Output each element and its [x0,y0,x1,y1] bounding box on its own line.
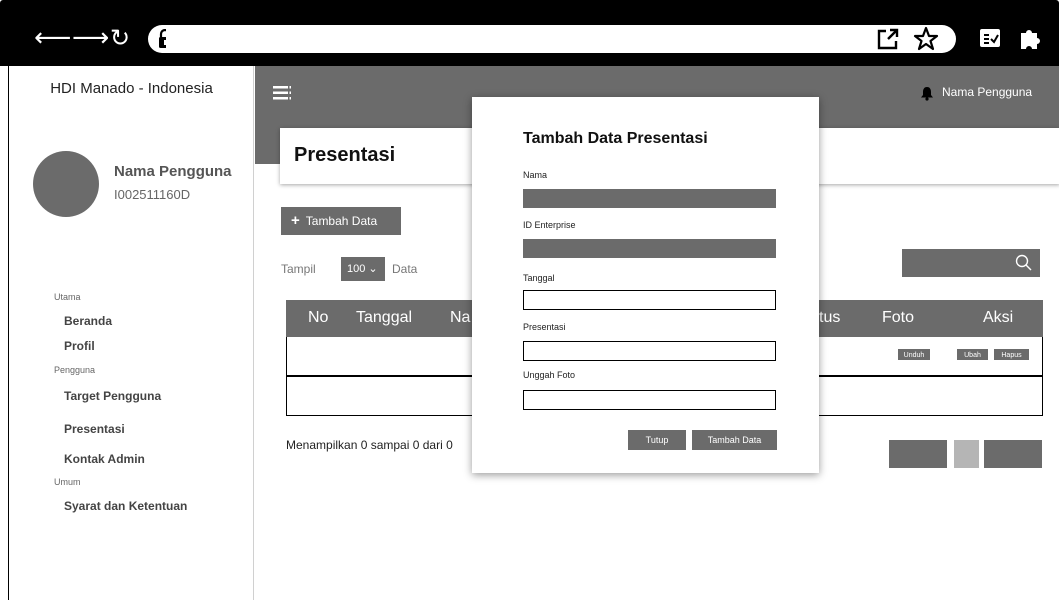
brand-title: HDI Manado - Indonesia [50,80,213,97]
pagination-next[interactable] [984,440,1042,468]
menu-icon[interactable] [273,86,291,100]
page-title: Presentasi [294,144,396,166]
section-label-pengguna: Pengguna [54,365,96,375]
th-aksi: Aksi [983,309,1014,326]
nama-field[interactable] [523,189,776,208]
show-label: Tampil [281,262,316,276]
pagination-prev[interactable] [889,440,947,468]
header-user-name[interactable]: Nama Pengguna [942,85,1032,99]
sidebar-item-kontak-admin[interactable]: Kontak Admin [64,452,145,466]
modal-title: Tambah Data Presentasi [523,130,708,147]
back-arrow-icon[interactable]: ⟵ [34,24,71,52]
plus-icon: + [291,212,300,229]
add-data-button[interactable]: + Tambah Data [281,207,401,235]
label-unggah-foto: Unggah Foto [523,370,576,380]
presentasi-field[interactable] [523,341,776,361]
th-status: tus [819,309,841,326]
bell-icon[interactable] [920,86,934,101]
extension-icon[interactable] [1016,24,1044,52]
th-tanggal: Tanggal [356,309,413,326]
delete-button[interactable]: Hapus [993,348,1030,361]
pagination-page[interactable] [954,440,979,468]
entries-select[interactable]: 100 ⌄ [341,257,385,281]
add-data-modal: Tambah Data Presentasi Nama ID Enterpris… [472,97,819,473]
id-enterprise-field[interactable] [523,239,776,258]
label-presentasi: Presentasi [523,322,566,332]
sidebar: HDI Manado - Indonesia Nama Pengguna I00… [9,66,254,600]
th-nama: Na [450,309,471,326]
label-tanggal: Tanggal [523,273,555,283]
forward-arrow-icon[interactable]: ⟶ [72,24,109,52]
address-bar[interactable] [166,25,956,53]
close-button[interactable]: Tutup [628,430,686,450]
tanggal-field[interactable] [523,290,776,310]
add-data-label: Tambah Data [305,214,378,228]
reload-icon[interactable]: ↻ [110,24,130,52]
sidebar-item-beranda[interactable]: Beranda [64,314,112,328]
browser-toolbar: ⟵ ⟶ ↻ [0,0,1059,66]
search-icon[interactable] [1015,254,1032,271]
th-foto: Foto [882,309,915,326]
edit-button[interactable]: Ubah [956,348,989,361]
sidebar-item-target-pengguna[interactable]: Target Pengguna [64,389,161,403]
table-info: Menampilkan 0 sampai 0 dari 0 [286,438,453,452]
submit-button[interactable]: Tambah Data [692,430,777,450]
th-no: No [308,309,329,326]
star-icon[interactable] [912,25,940,53]
avatar[interactable] [33,151,99,217]
sidebar-item-syarat[interactable]: Syarat dan Ketentuan [64,499,187,513]
label-nama: Nama [523,170,548,180]
unggah-foto-field[interactable] [523,390,776,410]
open-external-icon[interactable] [874,25,902,53]
search-input[interactable] [902,249,1040,277]
sidebar-item-profil[interactable]: Profil [64,339,95,353]
label-id-enterprise: ID Enterprise [523,220,576,230]
sidebar-user-id: I002511160D [114,187,191,202]
reader-icon[interactable] [976,24,1004,52]
section-label-umum: Umum [54,477,81,487]
sidebar-item-presentasi[interactable]: Presentasi [64,422,125,436]
download-button[interactable]: Unduh [897,348,931,361]
data-label: Data [392,262,418,276]
sidebar-user-name: Nama Pengguna [114,163,232,180]
section-label-utama: Utama [54,292,81,302]
